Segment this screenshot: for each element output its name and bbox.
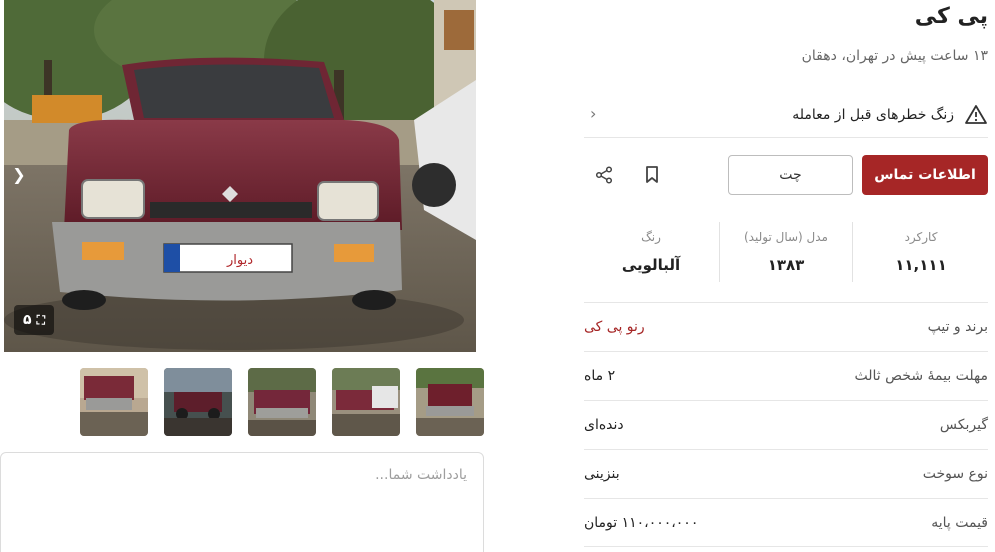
spec-row-brand: برند و تیپ رنو پی کی bbox=[584, 302, 988, 351]
stat-label: کارکرد bbox=[904, 230, 938, 244]
spec-row-insurance: مهلت بیمهٔ شخص ثالث ۲ ماه bbox=[584, 351, 988, 400]
warning-text: زنگ خطرهای قبل از معامله bbox=[792, 106, 954, 123]
stat-value: ۱۱,۱۱۱ bbox=[895, 256, 947, 274]
spec-key: مهلت بیمهٔ شخص ثالث bbox=[854, 368, 989, 384]
stat-value: آلبالویی bbox=[621, 256, 681, 274]
thumbnail[interactable] bbox=[332, 368, 400, 436]
spec-value: ۲ ماه bbox=[584, 368, 616, 384]
warning-banner[interactable]: زنگ خطرهای قبل از معامله ‹ bbox=[584, 92, 988, 138]
ad-details: پی کی ۱۳ ساعت پیش در تهران، دهقان زنگ خط… bbox=[584, 0, 988, 552]
stat-model-year: مدل (سال تولید) ۱۳۸۳ bbox=[719, 222, 853, 282]
arrow-right-icon[interactable]: ❯ bbox=[10, 164, 28, 186]
ad-title: پی کی bbox=[914, 4, 988, 29]
spec-row-fuel: نوع سوخت بنزینی bbox=[584, 449, 988, 498]
photo-count-button[interactable]: ۵ ⛶ bbox=[14, 305, 54, 335]
thumbnail-strip bbox=[80, 368, 484, 436]
key-stats: کارکرد ۱۱,۱۱۱ مدل (سال تولید) ۱۳۸۳ رنگ آ… bbox=[584, 222, 988, 292]
spec-key: برند و تیپ bbox=[927, 319, 988, 335]
thumbnail[interactable] bbox=[164, 368, 232, 436]
bookmark-icon[interactable] bbox=[640, 163, 664, 187]
spec-row-price: قیمت پایه ۱۱۰،۰۰۰،۰۰۰ تومان bbox=[584, 498, 988, 547]
chevron-left-icon: ‹ bbox=[590, 104, 597, 123]
note-input[interactable] bbox=[17, 467, 467, 547]
stat-value: ۱۳۸۳ bbox=[767, 256, 805, 274]
ad-subtitle: ۱۳ ساعت پیش در تهران، دهقان bbox=[801, 48, 988, 64]
stat-label: مدل (سال تولید) bbox=[744, 230, 828, 244]
spec-key: قیمت پایه bbox=[931, 514, 988, 531]
stat-label: رنگ bbox=[641, 230, 661, 244]
brand-link[interactable]: رنو پی کی bbox=[584, 319, 645, 335]
spec-list: برند و تیپ رنو پی کی مهلت بیمهٔ شخص ثالث… bbox=[584, 302, 988, 547]
thumbnail[interactable] bbox=[248, 368, 316, 436]
spec-value: دنده‌ای bbox=[584, 417, 624, 433]
note-box bbox=[0, 452, 484, 552]
warning-triangle-icon bbox=[965, 104, 987, 124]
spec-row-gearbox: گیربکس دنده‌ای bbox=[584, 400, 988, 449]
expand-icon: ⛶ bbox=[36, 312, 45, 327]
spec-value: ۱۱۰،۰۰۰،۰۰۰ تومان bbox=[584, 514, 699, 531]
contact-info-button[interactable]: اطلاعات تماس bbox=[862, 155, 988, 195]
thumbnail[interactable] bbox=[80, 368, 148, 436]
car-photo: دیوار bbox=[4, 0, 476, 352]
spec-key: گیربکس bbox=[939, 417, 988, 433]
spec-value: بنزینی bbox=[584, 466, 620, 482]
thumbnail-active[interactable] bbox=[416, 368, 484, 436]
photo-count-value: ۵ bbox=[23, 312, 32, 328]
spec-key: نوع سوخت bbox=[922, 466, 988, 482]
share-icon[interactable] bbox=[592, 163, 616, 187]
action-bar: اطلاعات تماس چت bbox=[584, 155, 988, 195]
chat-button[interactable]: چت bbox=[728, 155, 853, 195]
stat-mileage: کارکرد ۱۱,۱۱۱ bbox=[854, 222, 988, 282]
stat-color: رنگ آلبالویی bbox=[584, 222, 718, 282]
plate-text: دیوار bbox=[226, 253, 253, 268]
main-photo[interactable]: دیوار ❯ ۵ ⛶ bbox=[4, 0, 476, 352]
